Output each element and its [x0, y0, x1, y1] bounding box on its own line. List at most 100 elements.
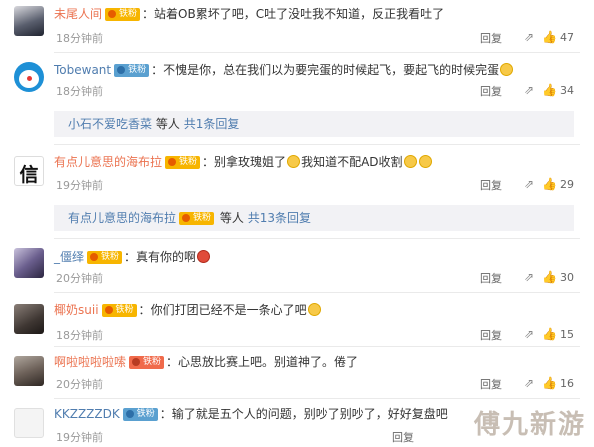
fan-badge: 铁粉	[179, 212, 215, 225]
thumbs-up-icon: 👍	[542, 30, 557, 44]
view-replies-link[interactable]: 共13条回复	[248, 211, 311, 225]
comment-time: 19分钟前	[56, 431, 103, 444]
like-button[interactable]: 👍 16	[542, 376, 574, 390]
divider	[54, 52, 580, 53]
divider	[54, 398, 580, 399]
comment-line: 有点儿意思的海布拉 铁粉 ：别拿玫瑰姐了 我知道不配AD收割	[54, 154, 433, 170]
like-count: 16	[560, 377, 574, 390]
like-count: 29	[560, 178, 574, 191]
fan-badge: 铁粉	[87, 251, 123, 264]
like-button[interactable]: 👍 47	[542, 30, 574, 44]
avatar[interactable]	[14, 356, 44, 386]
divider	[54, 144, 580, 145]
red-emoji-icon	[197, 250, 211, 263]
share-icon[interactable]: ⇗	[524, 327, 534, 341]
comment-item: Tobewant 铁粉 ：不愧是你，总在我们以为要完蛋的时候起飞，要起飞的时候完蛋 …	[0, 56, 594, 106]
comment-line: 椰奶suii 铁粉 ：你们打团已经不是一条心了吧	[54, 302, 322, 318]
comment-time: 18分钟前	[56, 329, 103, 342]
comment-username[interactable]: 未尾人间	[54, 7, 102, 21]
like-count: 34	[560, 84, 574, 97]
divider	[54, 238, 580, 239]
avatar[interactable]	[14, 304, 44, 334]
comment-line: KKZZZZDK 铁粉 ：输了就是五个人的问题，别吵了别吵了，好好复盘吧	[54, 407, 448, 421]
divider	[54, 292, 580, 293]
avatar[interactable]	[14, 248, 44, 278]
like-button[interactable]: 👍 34	[542, 83, 574, 97]
comment-time: 18分钟前	[56, 32, 103, 45]
comment-meta: 18分钟前 回复 ⇗ 👍 34	[54, 83, 574, 99]
reply-button[interactable]: 回复	[480, 177, 502, 193]
fan-badge: 铁粉	[114, 64, 150, 77]
share-icon[interactable]: ⇗	[524, 270, 534, 284]
reply-button[interactable]: 回复	[480, 30, 502, 46]
reply-button[interactable]: 回复	[480, 270, 502, 286]
watermark: 傅九新游	[473, 410, 586, 440]
like-count: 15	[560, 328, 574, 341]
comment-meta: 20分钟前 回复 ⇗ 👍 30	[54, 270, 574, 286]
cry-emoji-icon	[403, 155, 417, 168]
reply-button[interactable]: 回复	[480, 327, 502, 343]
fan-badge: 铁粉	[122, 408, 158, 421]
comment-item: 信 有点儿意思的海布拉 铁粉 ：别拿玫瑰姐了 我知道不配AD收割 19分钟前 回复 ⇗…	[0, 148, 594, 198]
reply-summary[interactable]: 小石不爱吃香菜 等人 共1条回复	[54, 111, 574, 137]
comment-text: 站着OB累坏了吧，C吐了没吐我不知道，反正我看吐了	[154, 7, 445, 21]
reply-summary-text: 等人	[155, 117, 180, 131]
thumbs-up-icon: 👍	[542, 270, 557, 284]
xin-character: 信	[19, 164, 39, 186]
fan-badge: 铁粉	[165, 156, 201, 169]
like-button[interactable]: 👍 29	[542, 177, 574, 191]
laugh-emoji-icon	[500, 63, 514, 76]
wink-emoji-icon	[307, 303, 321, 316]
comment-username[interactable]: 椰奶suii	[54, 303, 99, 317]
comment-text: 不愧是你，总在我们以为要完蛋的时候起飞，要起飞的时候完蛋	[163, 63, 500, 77]
comment-text: 别拿玫瑰姐了	[214, 155, 287, 169]
like-button[interactable]: 👍 15	[542, 327, 574, 341]
like-button[interactable]: 👍 30	[542, 270, 574, 284]
comment-item: _僵绎 铁粉 ：真有你的啊 20分钟前 回复 ⇗ 👍 30	[0, 242, 594, 290]
comment-text: 输了就是五个人的问题，别吵了别吵了，好好复盘吧	[171, 407, 448, 421]
thumbs-up-icon: 👍	[542, 177, 557, 191]
comment-username[interactable]: _僵绎	[54, 250, 84, 264]
comment-text-2: 我知道不配AD收割	[301, 155, 403, 169]
comment-time: 20分钟前	[56, 272, 103, 285]
avatar[interactable]	[14, 408, 44, 438]
reply-button[interactable]: 回复	[480, 376, 502, 392]
divider	[54, 346, 580, 347]
share-icon[interactable]: ⇗	[524, 83, 534, 97]
thumbs-up-icon: 👍	[542, 376, 557, 390]
fan-badge: 铁粉	[129, 356, 165, 369]
comment-line: Tobewant 铁粉 ：不愧是你，总在我们以为要完蛋的时候起飞，要起飞的时候完蛋	[54, 62, 514, 78]
comment-meta: 18分钟前 回复 ⇗ 👍 15	[54, 327, 574, 343]
comment-username[interactable]: 有点儿意思的海布拉	[54, 155, 162, 169]
reply-user[interactable]: 小石不爱吃香菜	[68, 117, 152, 131]
reply-user[interactable]: 有点儿意思的海布拉	[68, 211, 176, 225]
comment-item: 未尾人间 铁粉 ：站着OB累坏了吧，C吐了没吐我不知道，反正我看吐了 18分钟前 回…	[0, 0, 594, 48]
reply-button[interactable]: 回复	[480, 83, 502, 99]
fan-badge: 铁粉	[105, 8, 141, 21]
comment-item: 椰奶suii 铁粉 ：你们打团已经不是一条心了吧 18分钟前 回复 ⇗ 👍 15	[0, 296, 594, 346]
avatar[interactable]: 信	[14, 156, 44, 186]
comment-text: 真有你的啊	[136, 250, 197, 264]
comment-time: 19分钟前	[56, 179, 103, 192]
cry-emoji-icon	[287, 155, 301, 168]
comment-item: 啊啦啦啦啦嗦 铁粉 ：心思放比赛上吧。别道神了。倦了 20分钟前 回复 ⇗ 👍 16	[0, 350, 594, 398]
share-icon[interactable]: ⇗	[524, 177, 534, 191]
comment-username[interactable]: 啊啦啦啦啦嗦	[54, 355, 126, 369]
comment-line: 啊啦啦啦啦嗦 铁粉 ：心思放比赛上吧。别道神了。倦了	[54, 355, 359, 369]
comment-text: 你们打团已经不是一条心了吧	[150, 303, 307, 317]
avatar[interactable]	[14, 62, 44, 92]
view-replies-link[interactable]: 共1条回复	[184, 117, 240, 131]
reply-summary[interactable]: 有点儿意思的海布拉 铁粉 等人 共13条回复	[54, 205, 574, 231]
comment-meta: 18分钟前 回复 ⇗ 👍 47	[54, 30, 574, 46]
share-icon[interactable]: ⇗	[524, 30, 534, 44]
avatar[interactable]	[14, 6, 44, 36]
comment-username[interactable]: Tobewant	[54, 63, 111, 77]
comment-username[interactable]: KKZZZZDK	[54, 407, 120, 421]
comment-meta: 19分钟前 回复 ⇗ 👍 29	[54, 177, 574, 193]
share-icon[interactable]: ⇗	[524, 376, 534, 390]
comment-line: 未尾人间 铁粉 ：站着OB累坏了吧，C吐了没吐我不知道，反正我看吐了	[54, 7, 445, 21]
comment-line: _僵绎 铁粉 ：真有你的啊	[54, 249, 211, 265]
thumbs-up-icon: 👍	[542, 327, 557, 341]
cry-emoji-icon	[418, 155, 432, 168]
reply-button[interactable]: 回复	[392, 429, 414, 445]
